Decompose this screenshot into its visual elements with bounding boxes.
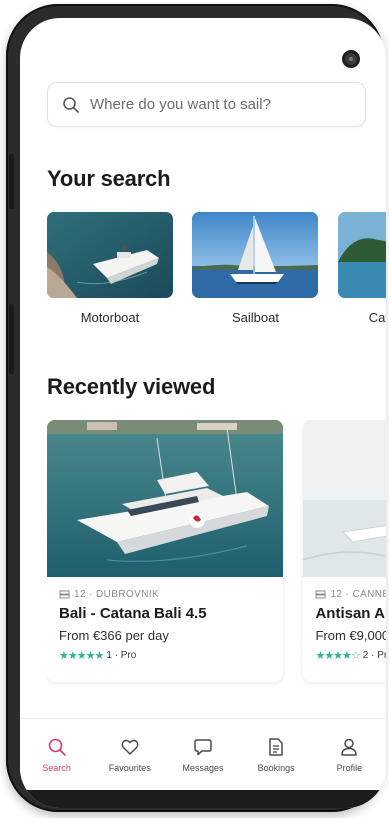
category-carousel[interactable]: Motorboat Sailboat Ca — [47, 212, 386, 332]
listing-price: From €366 per day — [59, 628, 169, 643]
listing-location: 12 · DUBROVNIK — [74, 589, 160, 600]
nav-label: Search — [42, 763, 71, 773]
listing-meta: 12 · CANNES — [315, 589, 386, 600]
category-sailboat[interactable]: Sailboat — [192, 212, 319, 325]
listing-title: Bali - Catana Bali 4.5 — [59, 605, 207, 622]
search-bar[interactable] — [47, 82, 366, 127]
listing-title: Antisan Antisan — [315, 605, 386, 622]
catamaran-photo — [337, 212, 386, 298]
search-input[interactable] — [88, 95, 348, 114]
rating-text: 2 · Pro — [362, 650, 386, 661]
listing-card[interactable]: 12 · CANNES Antisan Antisan From €9,000 … — [303, 420, 386, 682]
side-button — [9, 154, 14, 209]
listing-rating: ★★★★★ 1 · Pro — [59, 649, 271, 662]
nav-bookings[interactable]: Bookings — [242, 737, 310, 773]
category-label: Motorboat — [80, 310, 140, 325]
recently-viewed-title: Recently viewed — [47, 374, 216, 399]
front-camera-icon — [342, 50, 360, 68]
nav-label: Messages — [182, 763, 224, 773]
nav-profile[interactable]: Profile — [315, 737, 383, 773]
heart-icon — [121, 739, 139, 755]
category-motorboat[interactable]: Motorboat — [47, 212, 173, 325]
yacht-listing-photo — [303, 420, 386, 577]
sailboat-photo — [192, 212, 319, 298]
nav-search[interactable]: Search — [23, 737, 91, 773]
catamaran-listing-photo — [47, 420, 283, 577]
category-catamaran[interactable]: Catamaran — [337, 212, 386, 325]
nav-label: Profile — [336, 763, 363, 773]
your-search-title: Your search — [47, 166, 171, 191]
app-screen: Your search — [20, 18, 386, 808]
rating-stars: ★★★★☆ — [315, 650, 360, 662]
recently-viewed-carousel[interactable]: 12 · DUBROVNIK Bali - Catana Bali 4.5 Fr… — [47, 420, 386, 685]
nav-favourites[interactable]: Favourites — [96, 737, 164, 773]
rating-text: 1 · Pro — [106, 650, 137, 661]
phone-bottom-bezel — [20, 790, 386, 808]
nav-label: Favourites — [108, 763, 151, 773]
phone-frame: Your search — [6, 4, 386, 812]
person-icon — [341, 738, 358, 756]
document-icon — [269, 738, 283, 756]
category-label: Sailboat — [231, 310, 279, 325]
search-icon — [48, 738, 66, 756]
berth-icon — [315, 590, 326, 598]
motorboat-photo — [47, 212, 173, 298]
message-icon — [194, 739, 212, 756]
side-button — [9, 304, 14, 374]
listing-rating: ★★★★☆ 2 · Pro — [315, 649, 386, 662]
search-icon — [63, 96, 79, 113]
nav-label: Bookings — [257, 763, 295, 773]
listing-meta: 12 · DUBROVNIK — [59, 589, 271, 600]
nav-messages[interactable]: Messages — [169, 737, 237, 773]
berth-icon — [59, 590, 70, 598]
listing-location: 12 · CANNES — [330, 589, 386, 600]
category-label: Catamaran — [368, 310, 386, 325]
listing-price: From €9,000 per day — [315, 628, 386, 643]
listing-card[interactable]: 12 · DUBROVNIK Bali - Catana Bali 4.5 Fr… — [47, 420, 283, 682]
bottom-navigation: Search Favourites Messages Bookings Prof… — [20, 718, 386, 780]
rating-stars: ★★★★★ — [59, 650, 104, 662]
